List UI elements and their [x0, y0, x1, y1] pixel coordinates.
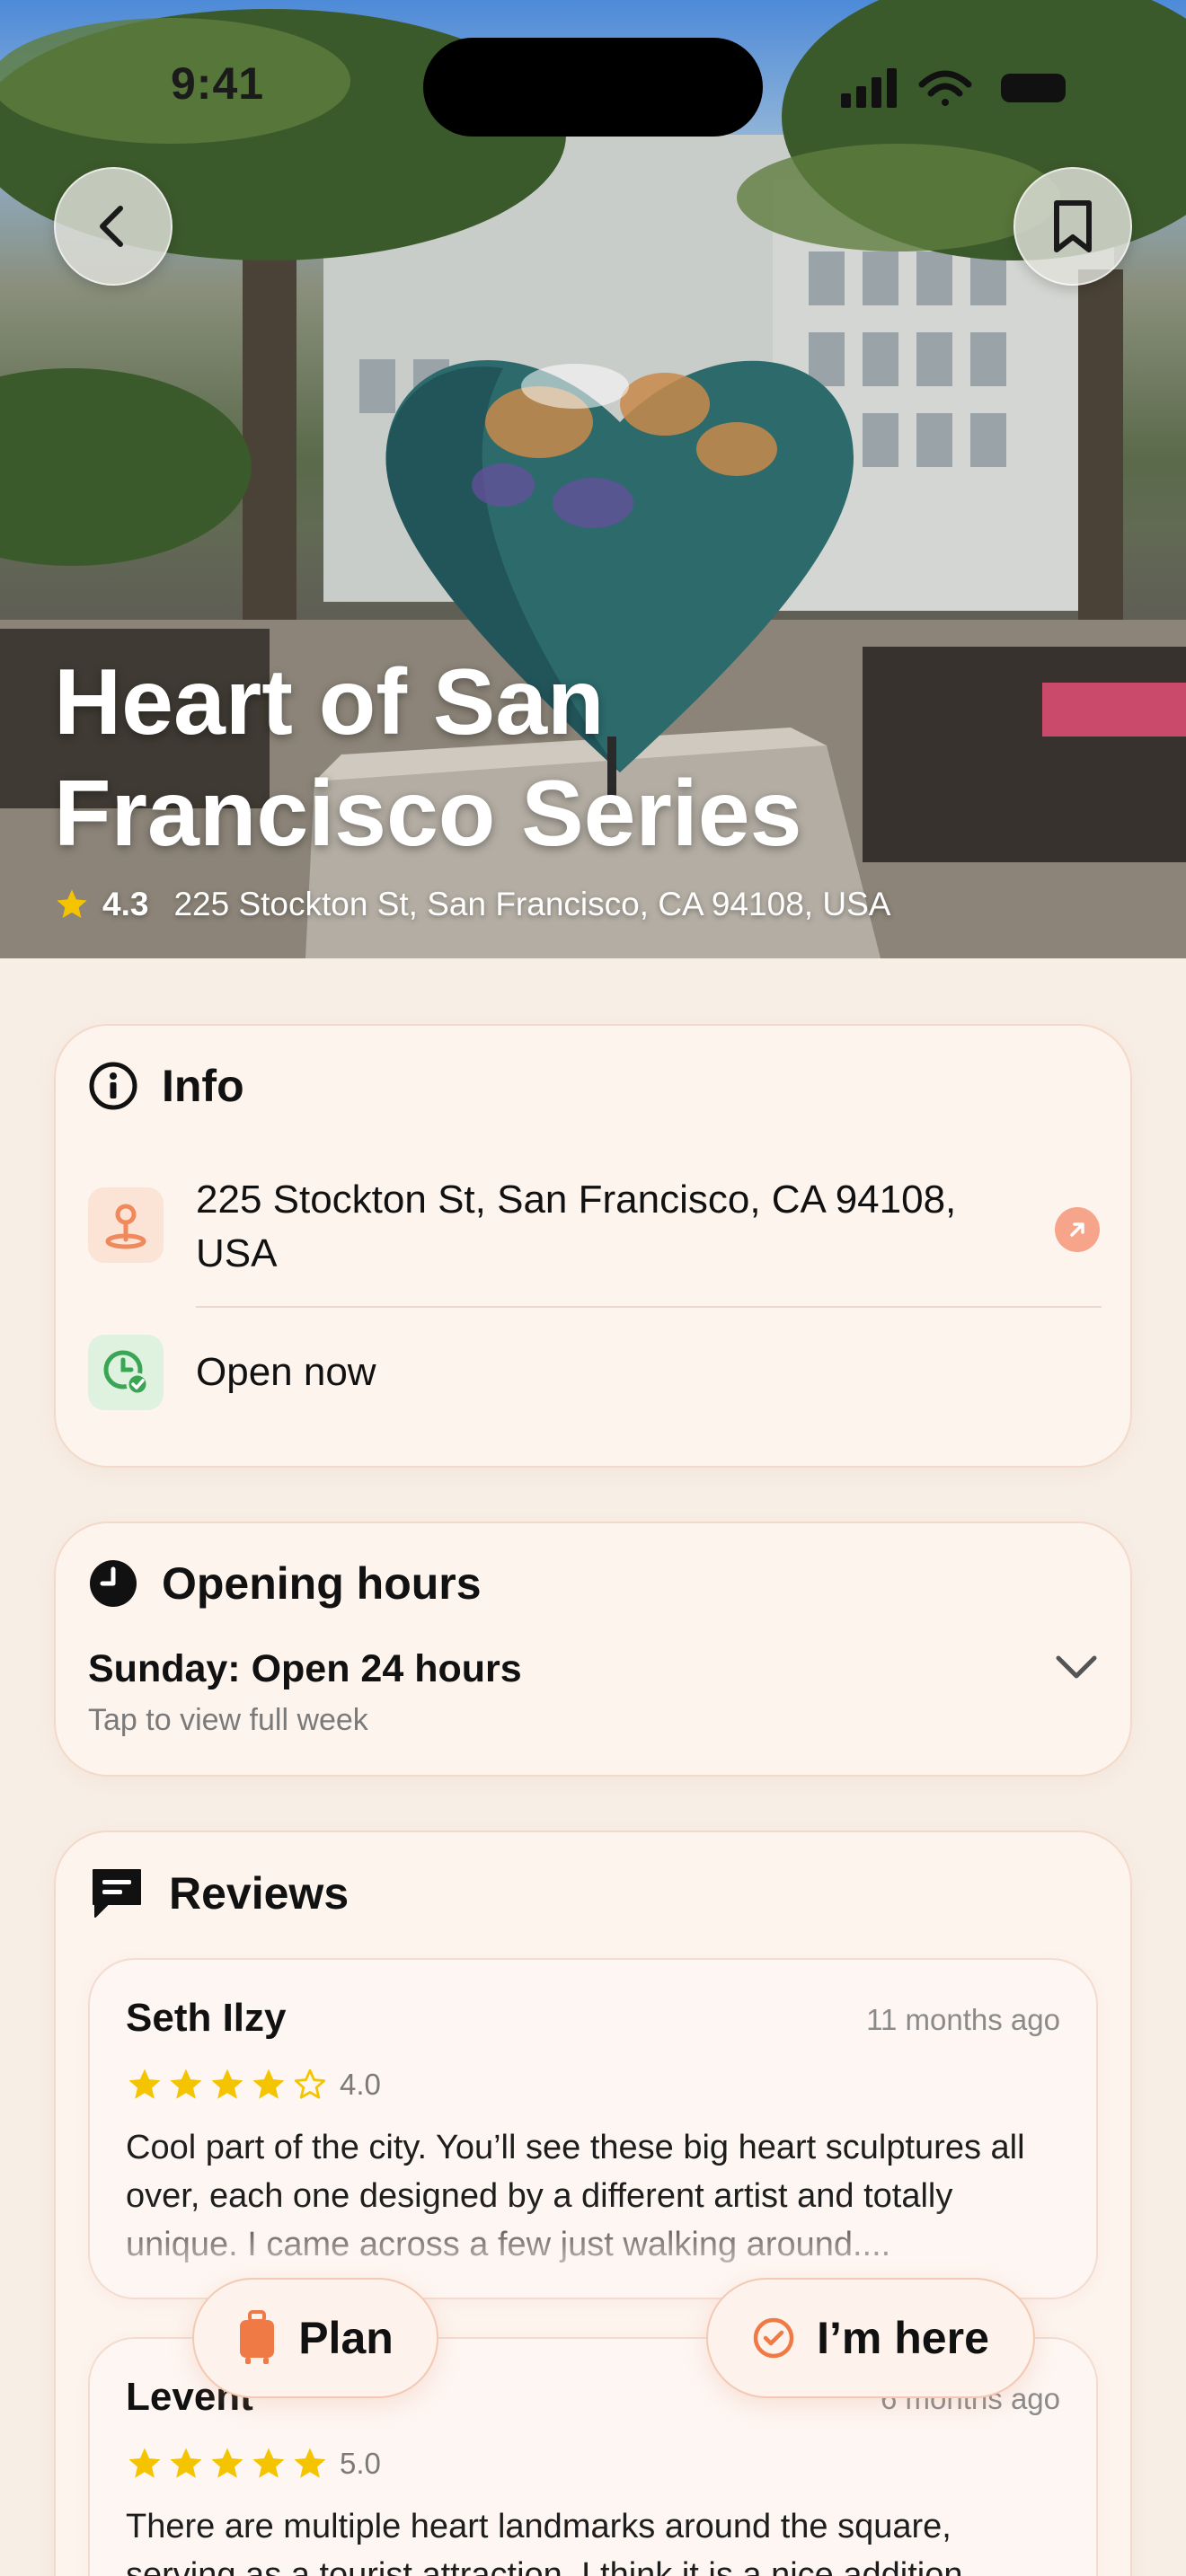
review-score: 5.0 [340, 2447, 381, 2480]
open-status: Open now [196, 1350, 376, 1394]
star-icon [211, 2069, 243, 2099]
reviews-title: Reviews [169, 1868, 350, 1919]
star-icon [128, 2069, 161, 2099]
place-rating: 4.3 [102, 886, 149, 922]
star-icon [170, 2448, 202, 2478]
status-icons [841, 68, 1066, 108]
directions-button[interactable] [1055, 1207, 1100, 1252]
hero-image: 9:41 Heart of San Francisco Series 4.3 2… [0, 0, 1186, 958]
review-stars: 4.0 [126, 2066, 381, 2104]
clock-check-tile [88, 1335, 164, 1410]
review-stars: 5.0 [126, 2445, 381, 2483]
cellular-signal-icon [841, 68, 897, 108]
star-icon [252, 2069, 285, 2099]
star-icon [211, 2448, 243, 2478]
opening-hours-title: Opening hours [162, 1558, 482, 1609]
status-time: 9:41 [171, 58, 265, 109]
star-icon [294, 2448, 326, 2478]
review-text: There are multiple heart landmarks aroun… [126, 2508, 963, 2576]
dynamic-island [423, 38, 763, 137]
info-address[interactable]: 225 Stockton St, San Francisco, CA 94108… [196, 1173, 969, 1281]
star-icon [252, 2448, 285, 2478]
clock-check-icon [103, 1350, 149, 1396]
reviews-header: Reviews [88, 1866, 349, 1920]
im-here-label: I’m here [817, 2313, 989, 2363]
suitcase-icon [240, 2310, 275, 2364]
hours-today: Sunday: Open 24 hours [88, 1647, 522, 1690]
star-icon [57, 889, 87, 918]
opening-hours-header: Opening hours [88, 1557, 482, 1610]
star-outline-icon [294, 2069, 326, 2099]
wifi-icon [918, 70, 972, 106]
star-icon [170, 2069, 202, 2099]
review-item[interactable]: Seth Ilzy 11 months ago 4.0 Cool part of… [88, 1958, 1098, 2299]
review-time: 11 months ago [866, 2003, 1060, 2036]
clock-icon [90, 1560, 137, 1607]
place-address: 225 Stockton St, San Francisco, CA 94108… [173, 886, 891, 922]
bookmark-button[interactable] [1013, 167, 1132, 286]
reviewer-name: Seth Ilzy [126, 1996, 287, 2040]
place-title: Heart of San Francisco Series [54, 650, 802, 866]
check-circle-icon [753, 2317, 794, 2359]
back-button[interactable] [54, 167, 173, 286]
message-icon [93, 1869, 141, 1918]
im-here-button[interactable]: I’m here [706, 2278, 1035, 2398]
hero-meta: 4.3 225 Stockton St, San Francisco, CA 9… [54, 882, 890, 927]
bookmark-icon [1054, 200, 1092, 252]
status-bar: 9:41 [0, 0, 1186, 171]
info-title: Info [162, 1061, 244, 1111]
info-icon [89, 1062, 137, 1110]
info-card: Info 225 Stockton St, San Francisco, CA … [54, 1024, 1132, 1468]
plan-button[interactable]: Plan [192, 2278, 438, 2398]
opening-hours-card[interactable]: Opening hours Sunday: Open 24 hours Tap … [54, 1522, 1132, 1777]
location-pin-tile [88, 1187, 164, 1263]
plan-label: Plan [298, 2313, 394, 2363]
chevron-left-icon [100, 206, 123, 247]
hours-hint: Tap to view full week [88, 1703, 368, 1737]
location-pin-icon [105, 1204, 146, 1249]
review-score: 4.0 [340, 2068, 381, 2101]
chevron-down-icon[interactable] [1053, 1651, 1100, 1683]
battery-icon [1001, 74, 1066, 102]
arrow-up-right-icon [1070, 1222, 1084, 1237]
info-header: Info [88, 1060, 244, 1112]
info-divider [196, 1306, 1102, 1308]
reviews-card: Reviews Seth Ilzy 11 months ago 4.0 Cool… [54, 1831, 1132, 2576]
star-icon [128, 2448, 161, 2478]
